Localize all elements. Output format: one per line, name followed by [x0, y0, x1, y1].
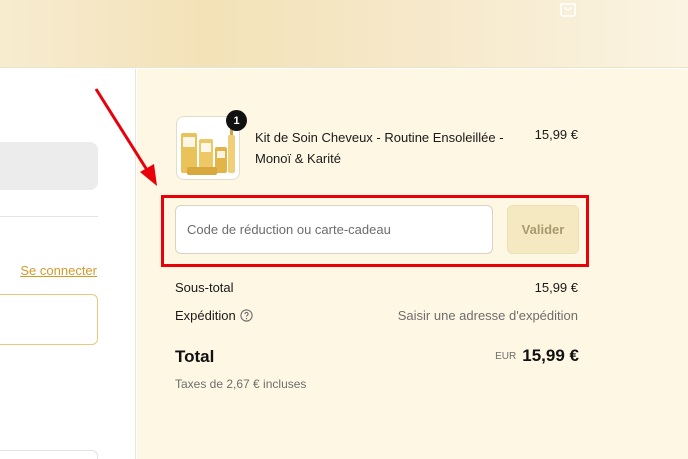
shipping-row: Expédition: [175, 308, 253, 323]
total-value: EUR 15,99 €: [495, 346, 579, 366]
checkout-form-panel: Se connecter: [0, 69, 136, 459]
store-header: [0, 0, 688, 68]
shopping-bag-icon[interactable]: [559, 0, 577, 18]
total-amount: 15,99 €: [522, 346, 579, 365]
login-link[interactable]: Se connecter: [20, 263, 97, 278]
shipping-label: Expédition: [175, 308, 236, 323]
total-currency: EUR: [495, 351, 517, 362]
subtotal-value: 15,99 €: [534, 280, 578, 295]
express-checkout-block[interactable]: [0, 142, 98, 190]
product-price: 15,99 €: [534, 127, 578, 142]
shipping-value: Saisir une adresse d'expédition: [397, 308, 578, 323]
question-circle-icon[interactable]: [240, 309, 253, 322]
product-name: Kit de Soin Cheveux - Routine Ensoleillé…: [255, 130, 504, 166]
quantity-badge: 1: [226, 110, 247, 131]
divider: [0, 216, 98, 217]
highlight-box: [161, 195, 589, 267]
total-label: Total: [175, 347, 215, 366]
subtotal-label: Sous-total: [175, 280, 234, 295]
form-field[interactable]: [0, 450, 98, 459]
email-field[interactable]: [0, 294, 98, 345]
taxes-note: Taxes de 2,67 € incluses: [175, 377, 307, 391]
